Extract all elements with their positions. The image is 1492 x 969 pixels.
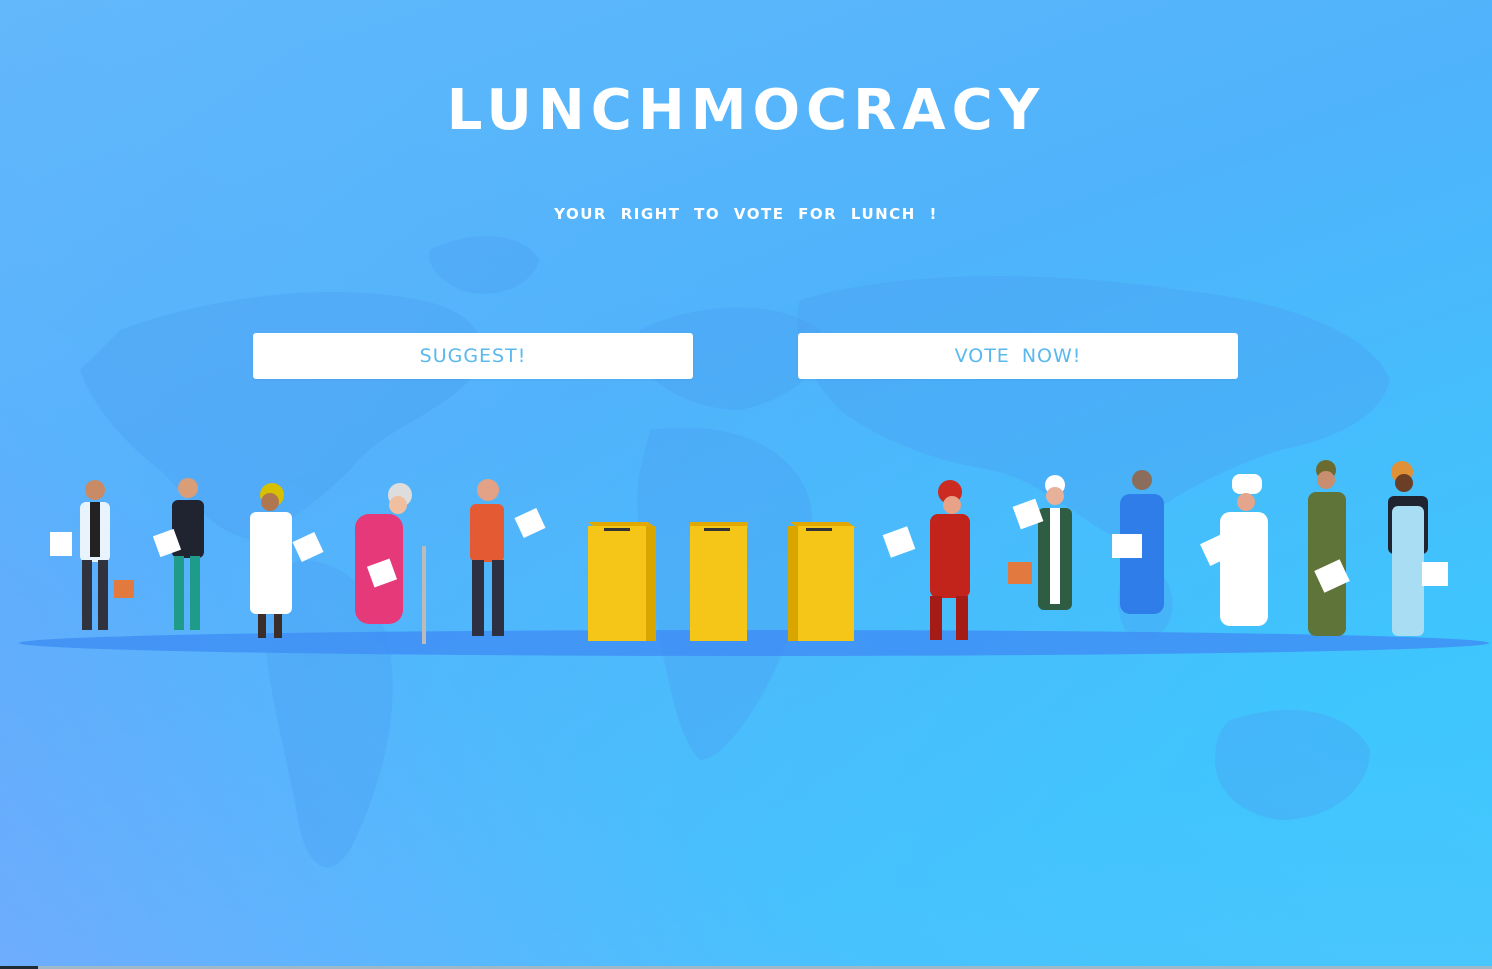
ground-shadow (19, 630, 1489, 656)
voter-worker-overalls (1388, 461, 1448, 636)
voter-man-black-shirt (152, 478, 204, 630)
app-tagline: YOUR RIGHT TO VOTE FOR LUNCH ! (554, 205, 938, 223)
app-title: LUNCHMOCRACY (446, 78, 1046, 143)
voter-nurse (1112, 470, 1164, 614)
ballot-box-3 (788, 522, 856, 641)
voter-woman-white-hat (1008, 475, 1072, 610)
ballot-box-1 (588, 522, 656, 641)
ballot-box-2 (690, 522, 748, 641)
suggest-button[interactable]: SUGGEST! (253, 333, 693, 379)
voter-businessman (50, 480, 134, 630)
voter-soldier (1308, 460, 1350, 636)
voter-man-turban (250, 483, 324, 638)
vote-now-button[interactable]: VOTE NOW! (798, 333, 1238, 379)
voter-elderly-woman (355, 483, 426, 644)
voter-chef (1200, 474, 1268, 626)
voting-illustration (19, 460, 1489, 656)
voter-bearded-man (470, 479, 546, 636)
voter-firefighter (882, 480, 970, 640)
